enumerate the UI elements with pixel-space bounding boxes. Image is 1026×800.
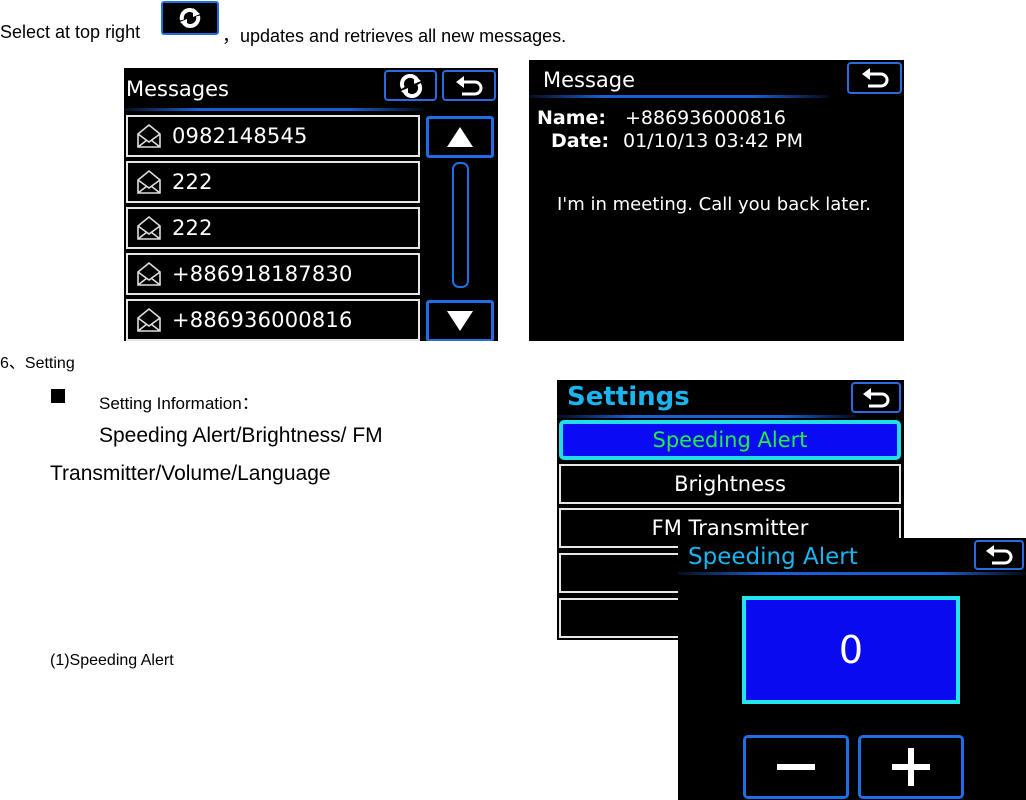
increase-button[interactable] [858,735,964,799]
envelope-open-icon [137,123,161,148]
speed-value-display: 0 [742,596,960,704]
intro-text-after: ，updates and retrieves all new messages. [222,26,567,46]
settings-item-speeding-alert[interactable]: Speeding Alert [559,420,901,460]
name-label: Name: [537,107,607,129]
message-sender: +886936000816 [172,308,353,332]
screen-title: Messages [126,77,229,101]
message-list-item[interactable]: +886936000816 [126,299,420,341]
back-arrow-icon [986,545,1013,565]
message-body: I'm in meeting. Call you back later. [557,194,871,215]
decrease-button[interactable] [743,735,849,799]
section-heading: 6、Setting [0,355,75,372]
back-arrow-icon [456,75,483,95]
refresh-icon [399,73,422,98]
plus-icon [892,748,930,786]
screen-title: Speeding Alert [688,544,858,570]
message-list-item[interactable]: 222 [126,161,420,203]
triangle-up-icon [447,127,473,147]
intro-text-before: Select at top right [0,22,141,42]
message-sender: 222 [172,216,213,240]
title-underline [529,95,829,98]
message-sender: 222 [172,170,213,194]
settings-description-line1: Speeding Alert/Brightness/ FM [99,424,383,447]
inline-refresh-button [161,1,219,35]
message-detail-screen: Message Name: +886936000816 Date: 01/10/… [529,60,904,341]
speeding-alert-screen: Speeding Alert 0 [678,538,1026,800]
back-button[interactable] [974,540,1024,570]
title-underline [557,415,857,418]
message-list-item[interactable]: 222 [126,207,420,249]
message-sender: 0982148545 [172,124,308,148]
screen-title: Message [543,68,636,92]
message-list-item[interactable]: +886918187830 [126,253,420,295]
envelope-open-icon [137,261,161,286]
scrollbar-track[interactable] [452,162,469,288]
back-button[interactable] [847,62,902,94]
triangle-down-icon [447,311,473,331]
message-sender: +886918187830 [172,262,353,286]
back-arrow-icon [861,68,888,88]
date-value: 01/10/13 03:42 PM [623,130,804,152]
messages-screen: Messages 0982148545 222 222 +88691818783… [124,68,498,341]
title-underline [124,108,424,111]
envelope-open-icon [137,215,161,240]
name-value: +886936000816 [625,107,786,129]
date-label: Date: [551,130,610,152]
bullet-square-icon [51,389,65,403]
refresh-icon [179,8,201,28]
screen-title: Settings [567,382,690,412]
back-button[interactable] [442,70,496,101]
settings-description-line2: Transmitter/Volume/Language [50,462,331,485]
subheading-speeding-alert: (1)Speeding Alert [50,652,174,669]
settings-item-brightness[interactable]: Brightness [559,464,901,504]
envelope-open-icon [137,307,161,332]
back-button[interactable] [851,382,901,413]
refresh-button[interactable] [384,70,437,101]
envelope-open-icon [137,169,161,194]
minus-icon [777,764,815,770]
message-list-item[interactable]: 0982148545 [126,115,420,157]
scroll-up-button[interactable] [426,116,494,158]
bullet-title: Setting Information： [99,394,259,413]
back-arrow-icon [863,387,890,407]
title-underline [678,572,1026,575]
scroll-down-button[interactable] [426,300,494,341]
